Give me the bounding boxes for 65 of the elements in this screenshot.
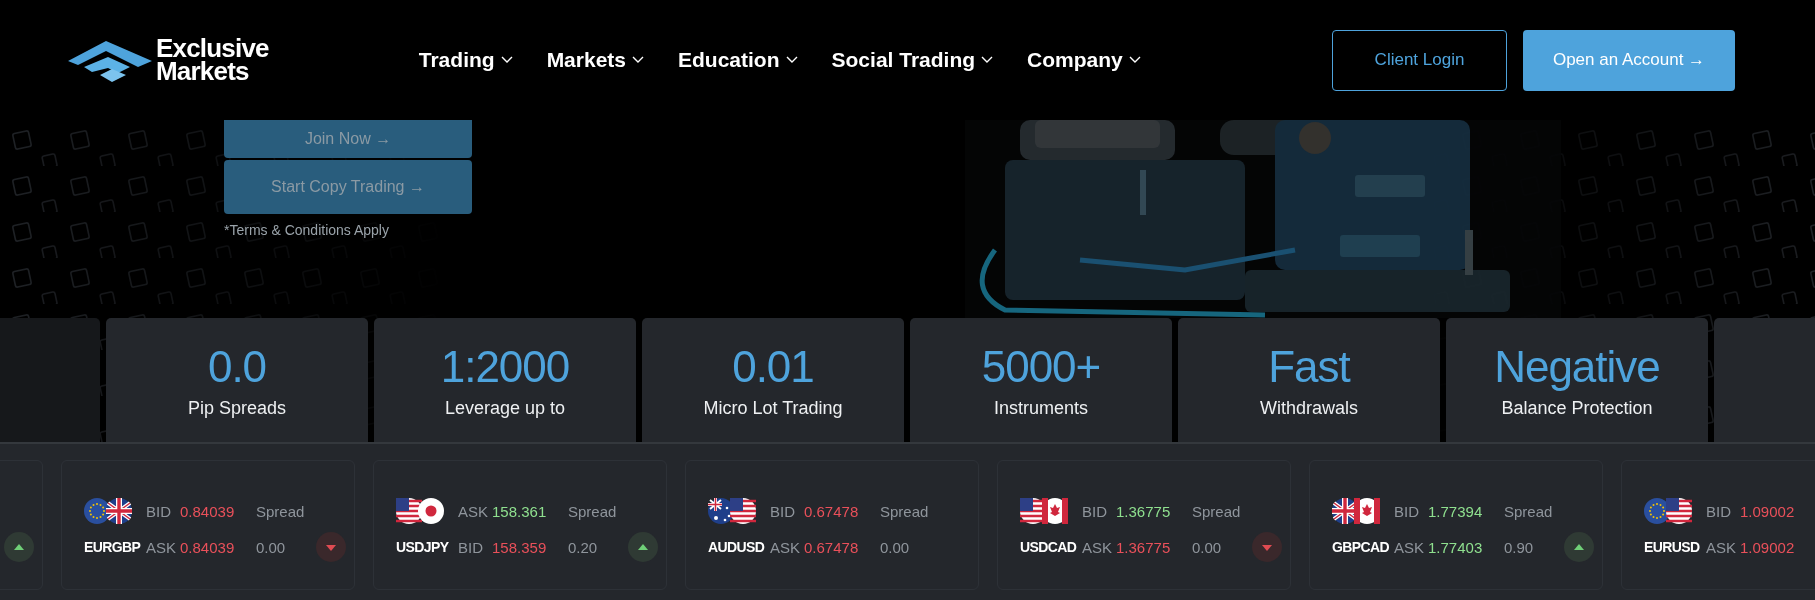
quote-value: 0.67478 [804, 502, 860, 520]
stat-value: Negative [1494, 341, 1660, 392]
pair-name: GBPCAD [1332, 539, 1391, 555]
stat-label: Balance Protection [1501, 397, 1653, 419]
stat-value: Fast [1268, 341, 1350, 392]
quote-label: ASK [1394, 538, 1425, 556]
nav-link[interactable]: Markets [546, 48, 644, 72]
quote-value: 0.84039 [180, 538, 236, 556]
chevron-down-icon [785, 56, 798, 64]
chevron-down-icon [632, 56, 644, 64]
quote-label: BID [146, 502, 172, 520]
logo-text: Exclusive Markets [156, 37, 269, 83]
stat-label: Leverage up to [444, 397, 566, 419]
stat-value: 0.0 [207, 341, 267, 392]
quote-label: BID [1082, 502, 1108, 520]
chevron-down-icon [1128, 56, 1141, 64]
stat-value: 0.01 [732, 341, 814, 392]
spread-label: Spread [880, 502, 930, 520]
spread-label: Spread [1192, 502, 1242, 520]
chevron-down-icon [981, 56, 994, 64]
quote-label: BID [1394, 502, 1420, 520]
quote-value: 158.359 [492, 538, 548, 556]
quote-value: 0.84039 [180, 502, 236, 520]
pair-name: USDJPY [396, 539, 450, 555]
quote-value: 1.36775 [1116, 502, 1172, 520]
quote-label: ASK [458, 502, 489, 520]
nav-link[interactable]: Company [1027, 48, 1141, 72]
pair-name: USDCAD [1020, 539, 1078, 555]
nav-link[interactable]: Social Trading [831, 48, 994, 72]
quote-label: BID [1706, 502, 1732, 520]
nav-link[interactable]: Education [678, 48, 798, 72]
spread-label: Spread [1504, 502, 1554, 520]
quote-value: 1.09002 [1740, 502, 1796, 520]
stat-value: 1:2000 [440, 341, 570, 392]
spread-value: 0.00 [880, 538, 911, 556]
quote-value: 0.67478 [804, 538, 860, 556]
quote-label: ASK [1706, 538, 1737, 556]
quote-label: BID [458, 538, 484, 556]
pair-name: EURGBP [84, 539, 142, 555]
spread-value: 0.90 [1504, 538, 1535, 556]
stat-label: Pip Spreads [187, 397, 287, 419]
terms-note: *Terms & Conditions Apply [224, 222, 390, 238]
nav-link[interactable]: Trading [418, 48, 513, 72]
quote-label: ASK [146, 538, 177, 556]
quote-value: 1.36775 [1116, 538, 1172, 556]
quote-value: 1.09002 [1740, 538, 1796, 556]
stat-label: Instruments [993, 397, 1088, 419]
stat-label: Micro Lot Trading [703, 397, 843, 419]
spread-value: 0.00 [256, 538, 287, 556]
pair-name: AUDUSD [708, 539, 766, 555]
login-button[interactable]: Client Login [1332, 29, 1507, 91]
quote-label: BID [770, 502, 796, 520]
quote-value: 1.77394 [1428, 502, 1484, 520]
pair-name: EURUSD [1644, 539, 1701, 555]
quote-value: 158.361 [492, 502, 548, 520]
spread-value: 0.20 [568, 538, 599, 556]
quote-value: 1.77403 [1428, 538, 1484, 556]
quote-label: ASK [1082, 538, 1113, 556]
quote-label: ASK [770, 538, 801, 556]
chevron-down-icon [500, 56, 513, 64]
stat-value: 5000+ [981, 341, 1101, 392]
stat-label: Withdrawals [1260, 397, 1358, 419]
spread-value: 0.00 [1192, 538, 1223, 556]
spread-label: Spread [568, 502, 618, 520]
spread-label: Spread [256, 502, 306, 520]
